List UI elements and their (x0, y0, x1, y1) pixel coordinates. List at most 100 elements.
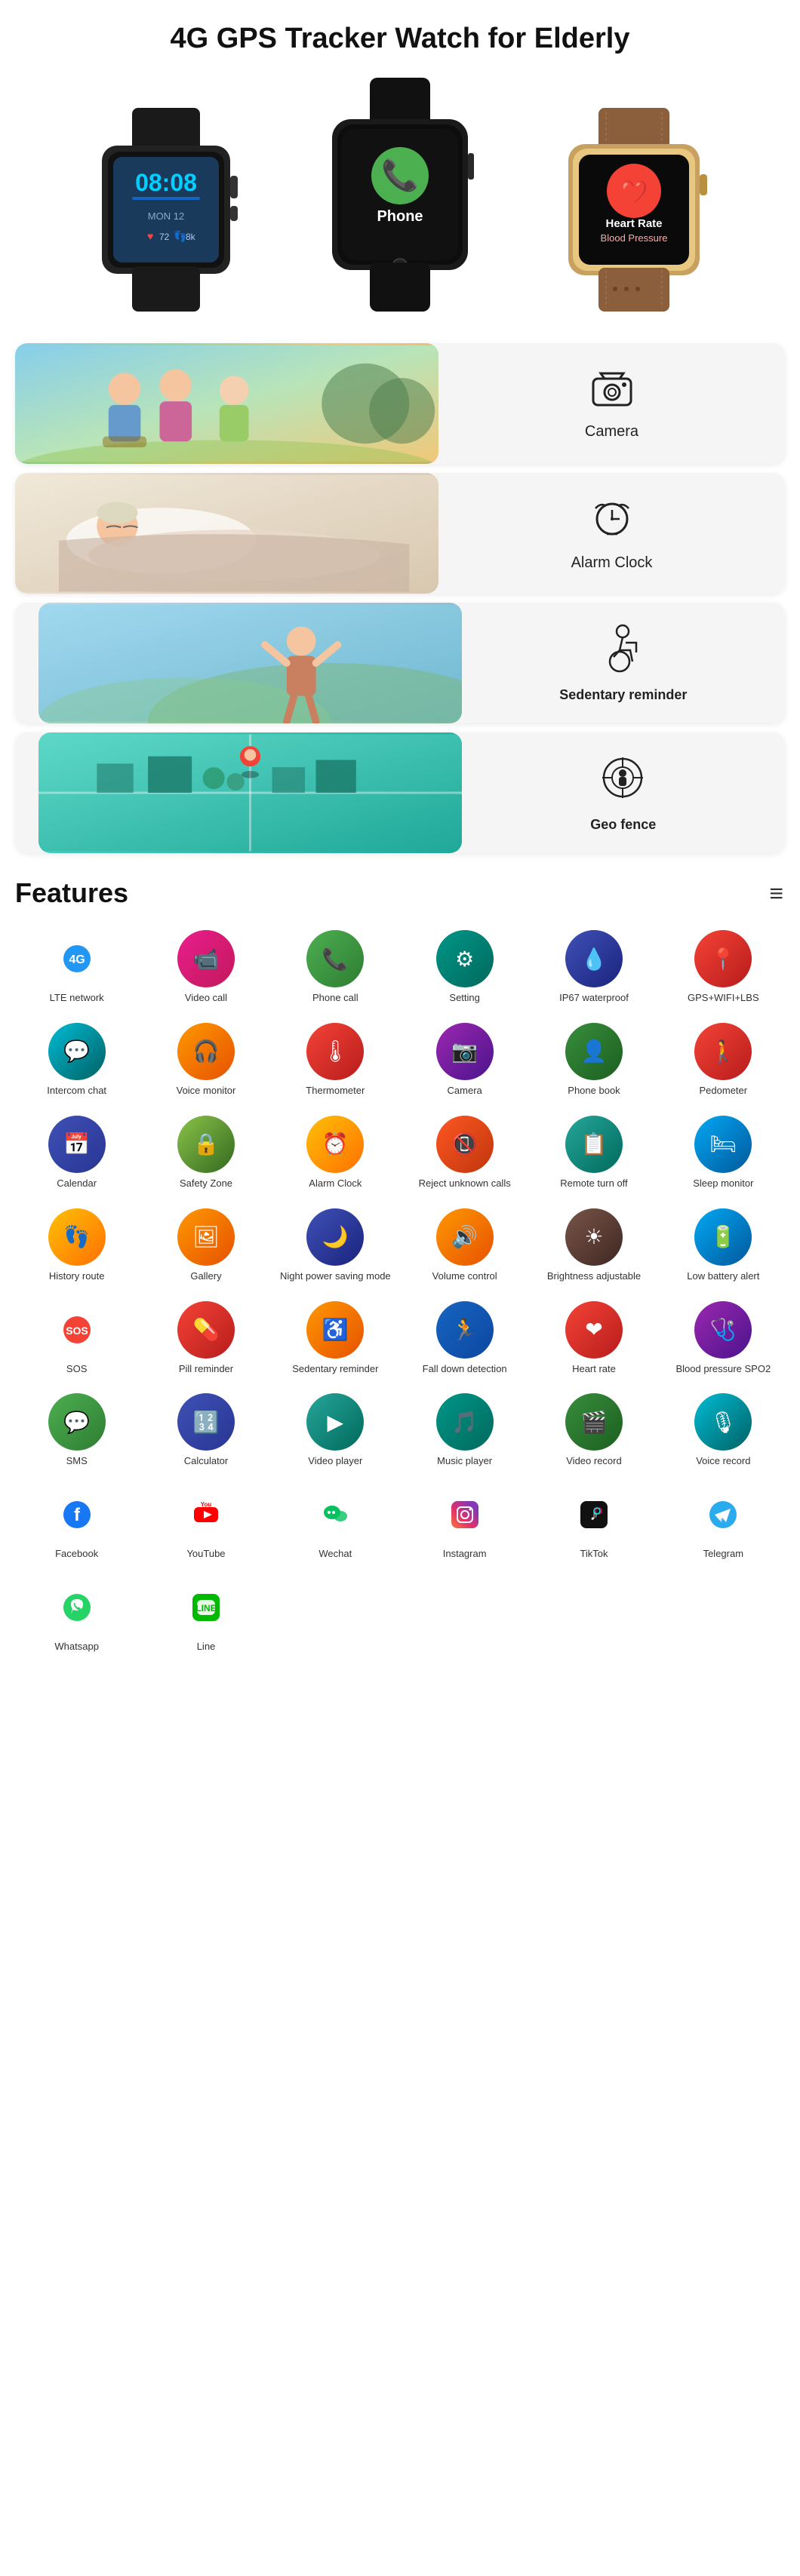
feature-item: 📅 Calendar (15, 1110, 138, 1196)
feature-icon: 🩺 (694, 1301, 752, 1359)
svg-text:SOS: SOS (66, 1325, 88, 1337)
feature-icon (306, 1486, 364, 1543)
feature-label: Phone call (312, 992, 358, 1005)
watch-right: ❤️ Heart Rate Blood Pressure (525, 108, 743, 312)
feature-label: Alarm Clock (309, 1177, 362, 1190)
feature-item: 📞Phone call (274, 924, 397, 1011)
feature-item: Telegram (662, 1480, 785, 1567)
sedentary-label: Sedentary reminder (559, 687, 687, 703)
feature-icon: 📅 (48, 1116, 106, 1173)
watch-center-svg: 📞 Phone (298, 78, 502, 312)
feature-label: Setting (449, 992, 479, 1005)
alarm-banner-content: Alarm Clock (438, 487, 785, 579)
feature-icon: 💬 (48, 1023, 106, 1080)
feature-item: 📵 Reject unknown calls (403, 1110, 526, 1196)
feature-icon: 📋 (565, 1116, 623, 1173)
watch-images-section: 08:08 MON 12 ♥ 72 👣 8k � (0, 70, 800, 334)
feature-item: YouYouTube (144, 1480, 267, 1567)
feature-item: 🎧Voice monitor (144, 1017, 267, 1104)
feature-icon: 💧 (565, 930, 623, 987)
sedentary-banner: Sedentary reminder (15, 603, 785, 723)
svg-text:❤️: ❤️ (620, 180, 648, 205)
features-title: Features (15, 877, 128, 909)
feature-icon: ♪ (565, 1486, 623, 1543)
feature-label: Night power saving mode (280, 1270, 391, 1283)
feature-item: 🎵Music player (403, 1387, 526, 1474)
feature-icon: 🎧 (177, 1023, 235, 1080)
feature-item: 💊Pill reminder (144, 1295, 267, 1382)
feature-item: 🏃Fall down detection (403, 1295, 526, 1382)
feature-item: fFacebook (15, 1480, 138, 1567)
feature-label: Gallery (190, 1270, 221, 1283)
svg-text:Blood Pressure: Blood Pressure (601, 232, 668, 244)
feature-item: LINE Line (144, 1573, 267, 1660)
feature-item: 🔋Low battery alert (662, 1202, 785, 1289)
svg-text:👣: 👣 (174, 229, 186, 243)
feature-item: 📹Video call (144, 924, 267, 1011)
feature-item: 🎙Voice record (662, 1387, 785, 1474)
feature-icon: 👣 (48, 1208, 106, 1266)
alarm-icon (589, 495, 635, 547)
feature-label: Calendar (57, 1177, 97, 1190)
camera-banner-img (15, 343, 438, 464)
feature-item: 📷Camera (403, 1017, 526, 1104)
feature-item: 👤Phone book (532, 1017, 655, 1104)
feature-item: Instagram (403, 1480, 526, 1567)
feature-icon: 🏃 (436, 1301, 494, 1359)
feature-label: Music player (437, 1455, 492, 1468)
camera-banner: Camera (15, 343, 785, 464)
feature-item: 4GLTE network (15, 924, 138, 1011)
feature-item: ⚙Setting (403, 924, 526, 1011)
feature-label: Line (197, 1641, 216, 1653)
feature-label: Whatsapp (54, 1641, 99, 1653)
feature-label: Brightness adjustable (547, 1270, 641, 1283)
feature-icon: 📍 (694, 930, 752, 987)
feature-item: Wechat (274, 1480, 397, 1567)
feature-label: Video record (566, 1455, 621, 1468)
feature-icon: 📹 (177, 930, 235, 987)
feature-item: 📍GPS+WIFI+LBS (662, 924, 785, 1011)
feature-label: LTE network (50, 992, 104, 1005)
feature-icon: 💬 (48, 1393, 106, 1451)
feature-label: History route (49, 1270, 105, 1283)
feature-label: TikTok (580, 1548, 608, 1561)
feature-icon: LINE (177, 1579, 235, 1636)
feature-item: Whatsapp (15, 1573, 138, 1660)
feature-label: Sedentary reminder (292, 1363, 378, 1376)
feature-icon: 📵 (436, 1116, 494, 1173)
feature-label: Wechat (318, 1548, 352, 1561)
sedentary-content: Sedentary reminder (462, 616, 785, 711)
alarm-label: Alarm Clock (571, 554, 653, 572)
feature-label: Sleep monitor (693, 1177, 753, 1190)
camera-label: Camera (585, 423, 638, 441)
feature-item: 👣 History route (15, 1202, 138, 1289)
feature-item: ☀Brightness adjustable (532, 1202, 655, 1289)
feature-label: Video player (308, 1455, 362, 1468)
feature-icon: 🔋 (694, 1208, 752, 1266)
feature-item: 📋Remote turn off (532, 1110, 655, 1196)
svg-text:72: 72 (159, 232, 170, 242)
features-header: Features ≡ (0, 862, 800, 916)
feature-icon: 🎬 (565, 1393, 623, 1451)
elderly-svg (15, 343, 438, 464)
feature-icon: 🔒 (177, 1116, 235, 1173)
feature-label: Voice record (696, 1455, 750, 1468)
feature-icon: ♿ (306, 1301, 364, 1359)
svg-text:f: f (74, 1505, 81, 1525)
alarm-banner: Alarm Clock (15, 473, 785, 594)
svg-text:LINE: LINE (195, 1603, 216, 1613)
feature-item: 🛏Sleep monitor (662, 1110, 785, 1196)
feature-item: SOSSOS (15, 1295, 138, 1382)
hamburger-menu-icon[interactable]: ≡ (769, 885, 785, 901)
feature-label: Instagram (443, 1548, 487, 1561)
feature-label: Intercom chat (47, 1085, 106, 1098)
feature-item: ♿ Sedentary reminder (274, 1295, 397, 1382)
feature-label: Pedometer (700, 1085, 748, 1098)
geofence-icon (598, 754, 648, 809)
feature-item: 🌡Thermometer (274, 1017, 397, 1104)
feature-item: ▶Video player (274, 1387, 397, 1474)
feature-label: Thermometer (306, 1085, 365, 1098)
feature-label: Volume control (432, 1270, 497, 1283)
svg-text:Heart Rate: Heart Rate (605, 217, 662, 230)
feature-label: Reject unknown calls (419, 1177, 511, 1190)
